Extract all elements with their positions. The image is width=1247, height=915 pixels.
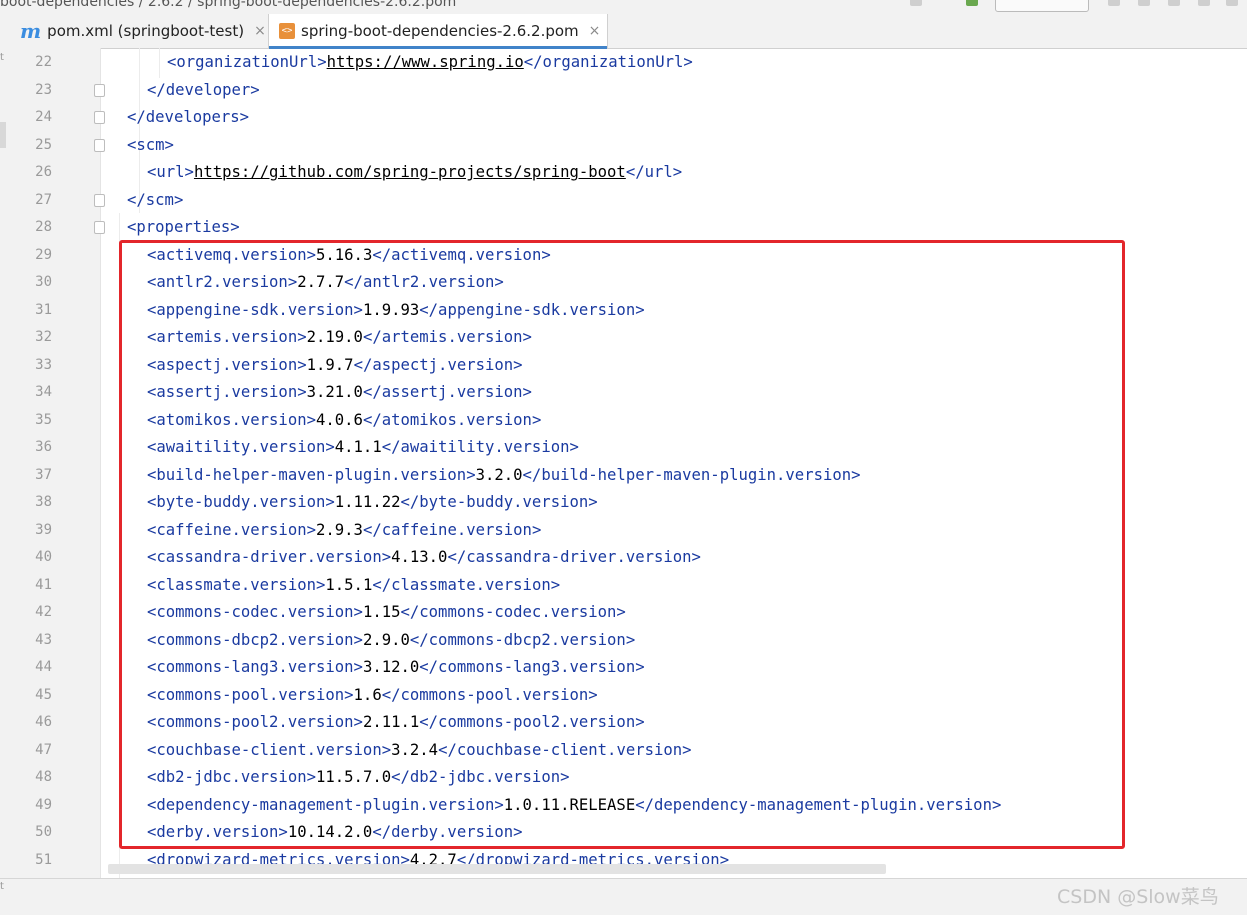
code-line[interactable]: </developer> (147, 81, 260, 99)
line-number: 46 (35, 714, 52, 730)
line-number: 48 (35, 769, 52, 785)
close-icon[interactable]: × (589, 23, 601, 39)
line-number: 29 (35, 246, 52, 263)
top-toolbar-strip: boot-dependencies / 2.6.2 / spring-boot-… (0, 0, 1247, 14)
watermark: CSDN @Slow菜鸟 (1057, 886, 1219, 908)
xml-tag: <url> (147, 163, 194, 181)
line-number: 43 (35, 631, 52, 648)
tab-label: spring-boot-dependencies-2.6.2.pom (301, 22, 579, 40)
fold-marker-icon[interactable] (94, 83, 105, 97)
tab-spring-boot-dependencies[interactable]: <> spring-boot-dependencies-2.6.2.pom × (268, 14, 608, 49)
xml-tag: </organizationUrl> (523, 53, 693, 71)
line-number: 44 (35, 659, 52, 675)
line-number: 40 (35, 549, 52, 565)
more-icon[interactable] (1226, 0, 1238, 6)
line-number: 27 (35, 191, 52, 208)
debug-icon[interactable] (1138, 0, 1150, 6)
line-number: 23 (35, 81, 52, 98)
line-number: 36 (35, 439, 52, 455)
xml-tag: <scm> (127, 135, 174, 154)
xml-tag: <organizationUrl> (167, 53, 327, 71)
code-line[interactable]: <organizationUrl>https://www.spring.io</… (167, 53, 693, 71)
left-tool-strip: t (0, 48, 8, 914)
tab-label: pom.xml (springboot-test) (47, 22, 245, 40)
line-number: 41 (35, 576, 52, 593)
line-number: 33 (35, 356, 52, 373)
line-number: 28 (35, 219, 52, 235)
line-number: 25 (35, 136, 52, 153)
structure-tool-icon[interactable] (0, 122, 6, 148)
line-number: 45 (35, 686, 52, 703)
run-icon[interactable] (1108, 0, 1120, 6)
highlight-box (119, 240, 1125, 849)
url-link[interactable]: https://www.spring.io (327, 53, 524, 71)
code-line[interactable]: </developers> (127, 108, 249, 126)
close-icon[interactable]: × (254, 23, 266, 39)
build-icon[interactable] (966, 0, 978, 6)
line-number: 38 (35, 494, 52, 510)
line-number: 51 (35, 851, 52, 868)
code-line[interactable]: <properties> (127, 218, 240, 236)
code-line[interactable]: <scm> (127, 136, 174, 154)
line-number: 42 (35, 604, 52, 620)
left-strip-label: t (0, 52, 4, 63)
line-number: 47 (35, 741, 52, 758)
breadcrumb[interactable]: boot-dependencies / 2.6.2 / spring-boot-… (0, 0, 456, 10)
xml-tag: </scm> (127, 190, 184, 209)
fold-marker-icon[interactable] (94, 111, 105, 124)
editor-tab-bar: m pom.xml (springboot-test) × <> spring-… (0, 14, 1247, 49)
bottom-strip-label: t (0, 881, 4, 892)
xml-file-icon: <> (279, 23, 295, 39)
xml-tag: </url> (625, 163, 683, 181)
xml-tag: <properties> (127, 218, 240, 236)
coverage-icon[interactable] (1168, 0, 1180, 6)
horizontal-scrollbar[interactable] (108, 864, 886, 874)
line-number: 31 (35, 301, 52, 318)
fold-marker-icon[interactable] (94, 193, 105, 207)
maven-m-icon: m (20, 19, 42, 43)
code-line[interactable]: </scm> (127, 191, 183, 209)
tab-pom-xml[interactable]: m pom.xml (springboot-test) × (12, 14, 268, 48)
line-number: 35 (35, 411, 52, 428)
indent-guide (159, 48, 160, 78)
line-number: 50 (35, 824, 52, 840)
line-number: 49 (35, 796, 52, 813)
xml-tag: </developer> (147, 80, 260, 99)
add-configuration-button[interactable] (995, 0, 1089, 12)
xml-tag: </developers> (127, 108, 250, 126)
editor-gutter: 22 23 24 25 26 27 28 29 30 31 32 33 34 35 36 37 38 39 40 41… (8, 48, 105, 878)
indent-guide (139, 48, 140, 213)
code-line[interactable]: <url>https://github.com/spring-projects/… (147, 163, 682, 181)
gutter-divider (100, 48, 101, 878)
profile-icon[interactable] (1198, 0, 1210, 6)
user-icon[interactable] (910, 0, 922, 6)
line-number: 22 (35, 54, 52, 70)
line-number: 24 (35, 109, 52, 125)
fold-marker-icon[interactable] (94, 221, 105, 234)
line-number: 34 (35, 384, 52, 400)
line-number: 37 (35, 466, 52, 483)
line-number: 30 (35, 274, 52, 290)
fold-marker-icon[interactable] (94, 138, 105, 152)
line-number: 39 (35, 521, 52, 538)
url-link[interactable]: https://github.com/spring-projects/sprin… (194, 163, 626, 181)
line-number: 26 (35, 164, 52, 180)
line-number: 32 (35, 329, 52, 345)
